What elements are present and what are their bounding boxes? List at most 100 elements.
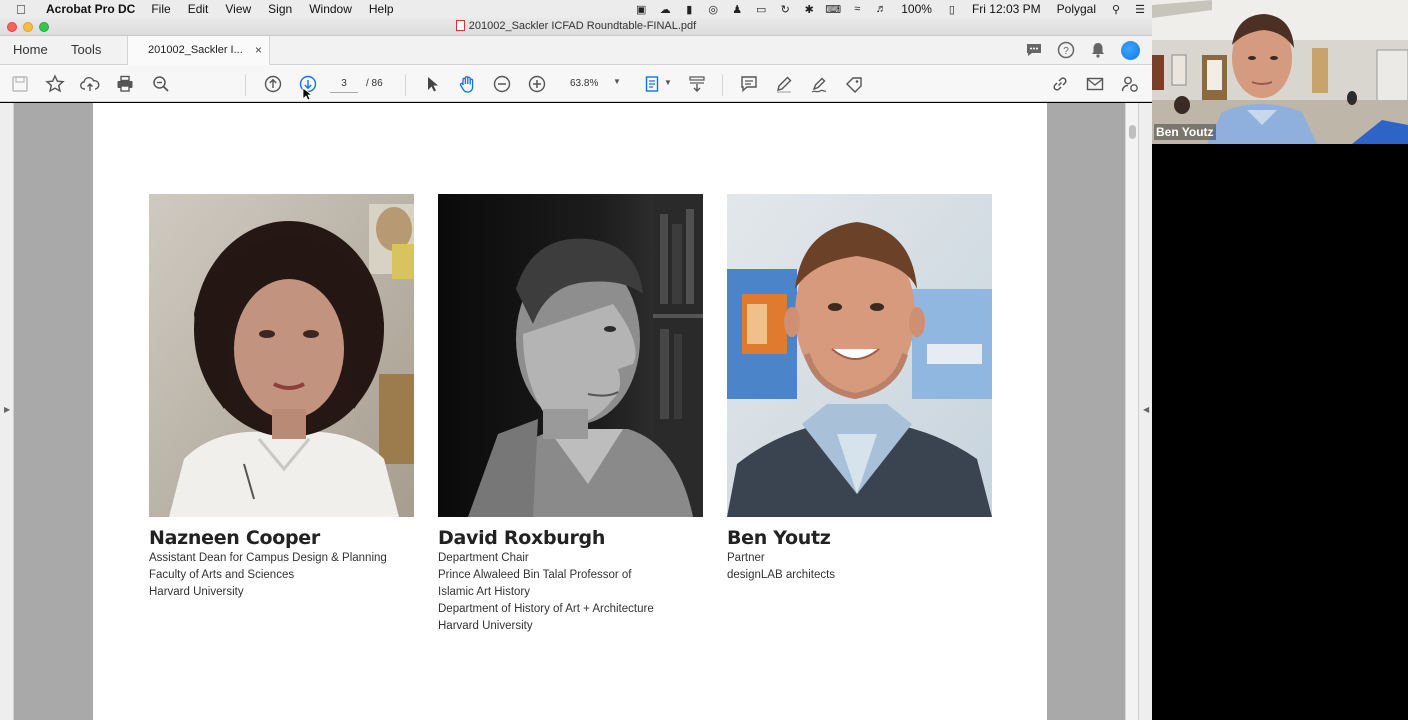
bluetooth-icon[interactable]: ✱ <box>797 3 821 16</box>
tab-tools[interactable]: Tools <box>71 42 101 57</box>
portrait-photo-nazneen-cooper <box>149 194 414 517</box>
zoom-level[interactable]: 63.8% <box>570 78 598 89</box>
document-tab-label: 201002_Sackler I... <box>148 44 243 56</box>
status-area: ▣ ☁ ▮ ◎ ♟ ▭ ↻ ✱ ⌨ ≈ ♬ 100% ▯ Fri 12:03 P… <box>629 0 1152 18</box>
zoom-in-icon[interactable] <box>526 73 548 95</box>
person-details: Assistant Dean for Campus Design & Plann… <box>149 550 414 601</box>
clock[interactable]: Fri 12:03 PM <box>972 2 1041 16</box>
keyboard-icon[interactable]: ⌨ <box>821 3 845 16</box>
highlight-pen-icon[interactable] <box>773 73 795 95</box>
wifi-icon[interactable]: ≈ <box>845 3 869 15</box>
person-detail-line: designLAB architects <box>727 569 836 581</box>
toolbar-separator <box>405 74 406 96</box>
zoom-search-icon[interactable] <box>150 73 172 95</box>
user-name[interactable]: Polygal <box>1057 2 1096 16</box>
sign-pen-icon[interactable] <box>808 73 830 95</box>
app-menu[interactable]: Acrobat Pro DC <box>46 2 135 16</box>
page-display-chevron-down-icon[interactable]: ▼ <box>664 78 672 87</box>
menu-view[interactable]: View <box>225 2 251 16</box>
menu-help[interactable]: Help <box>369 2 394 16</box>
save-icon[interactable] <box>9 73 31 95</box>
battery-icon[interactable]: ▯ <box>940 3 964 16</box>
tab-home[interactable]: Home <box>13 42 48 57</box>
menu-file[interactable]: File <box>151 2 170 16</box>
tab-bar: Home Tools 201002_Sackler I... × ? <box>0 36 1152 65</box>
left-panel-toggle[interactable]: ▶ <box>0 103 14 720</box>
person-card-david: David Roxburgh Department Chair Prince A… <box>438 194 703 635</box>
participant-video-tile[interactable]: Ben Youtz <box>1152 0 1408 144</box>
page-display-icon[interactable] <box>642 73 664 95</box>
comment-icon[interactable] <box>1024 40 1044 60</box>
select-arrow-icon[interactable] <box>421 73 443 95</box>
airplay-icon[interactable]: ▭ <box>749 3 773 16</box>
scrollbar-thumb[interactable] <box>1129 125 1136 139</box>
participant-video-feed <box>1152 0 1408 144</box>
header-actions: ? <box>1024 40 1140 60</box>
share-tag-icon[interactable] <box>843 73 865 95</box>
person-detail-line: Assistant Dean for Campus Design & Plann… <box>149 552 387 564</box>
volume-icon[interactable]: ♬ <box>869 3 893 15</box>
person-detail-line: Harvard University <box>149 586 244 598</box>
link-attach-icon[interactable] <box>1049 73 1071 95</box>
sync-icon[interactable]: ◎ <box>701 3 725 16</box>
window-title-bar: 201002_Sackler ICFAD Roundtable-FINAL.pd… <box>0 18 1152 36</box>
menu-window[interactable]: Window <box>309 2 352 16</box>
menu-sign[interactable]: Sign <box>268 2 292 16</box>
expand-left-panel-icon[interactable]: ▶ <box>4 405 10 414</box>
participant-name-label: Ben Youtz <box>1154 124 1216 140</box>
tab-document[interactable]: 201002_Sackler I... × <box>127 36 270 65</box>
person-name: Ben Youtz <box>727 527 831 549</box>
account-avatar-icon <box>1120 40 1140 60</box>
portrait-photo-david-roxburgh <box>438 194 703 517</box>
scroll-mode-icon[interactable] <box>686 73 708 95</box>
print-icon[interactable] <box>114 73 136 95</box>
vertical-scrollbar[interactable] <box>1125 103 1138 720</box>
spotlight-icon[interactable]: ⚲ <box>1104 3 1128 16</box>
user-icon[interactable]: ♟ <box>725 3 749 16</box>
previous-page-icon[interactable] <box>262 73 284 95</box>
expand-right-panel-icon[interactable]: ◀ <box>1143 405 1149 414</box>
notification-center-icon[interactable]: ☰ <box>1128 3 1152 16</box>
email-icon[interactable] <box>1084 73 1106 95</box>
acrobat-status-icon[interactable]: ▣ <box>629 3 653 16</box>
person-detail-line: Faculty of Arts and Sciences <box>149 569 295 581</box>
person-card-ben: Ben Youtz Partner designLAB architects <box>727 194 992 584</box>
menu-edit[interactable]: Edit <box>188 2 209 16</box>
person-detail-line: Prince Alwaleed Bin Talal Professor of <box>438 569 632 581</box>
screen:  Acrobat Pro DC File Edit View Sign Win… <box>0 0 1408 720</box>
person-name: David Roxburgh <box>438 527 606 549</box>
pdf-page: Nazneen Cooper Assistant Dean for Campus… <box>93 103 1047 720</box>
camera-icon[interactable]: ▮ <box>677 3 701 16</box>
creative-cloud-icon[interactable]: ☁ <box>653 3 677 16</box>
video-call-panel: Ben Youtz <box>1152 0 1408 720</box>
zoom-dropdown-chevron-down-icon[interactable]: ▼ <box>613 77 621 86</box>
notification-bell-icon[interactable] <box>1088 40 1108 60</box>
help-icon[interactable]: ? <box>1056 40 1076 60</box>
hand-tool-icon[interactable] <box>456 73 478 95</box>
person-name: Nazneen Cooper <box>149 527 320 549</box>
right-panel-toggle[interactable]: ◀ <box>1138 103 1152 720</box>
document-viewer[interactable]: ▶ Nazneen Cooper Assistant Dean for Camp… <box>0 103 1152 720</box>
window-title-text: 201002_Sackler ICFAD Roundtable-FINAL.pd… <box>468 20 697 32</box>
person-card-nazneen: Nazneen Cooper Assistant Dean for Campus… <box>149 194 414 601</box>
toolbar-separator <box>722 74 723 96</box>
apple-menu-icon[interactable]:  <box>16 2 30 17</box>
add-comment-icon[interactable] <box>738 73 760 95</box>
person-details: Partner designLAB architects <box>727 550 992 584</box>
add-user-icon[interactable] <box>1119 73 1141 95</box>
person-detail-line: Department Chair <box>438 552 529 564</box>
zoom-out-icon[interactable] <box>491 73 513 95</box>
toolbar-separator <box>245 74 246 96</box>
person-detail-line: Harvard University <box>438 620 533 632</box>
close-tab-icon[interactable]: × <box>255 43 262 57</box>
person-detail-line: Department of History of Art + Architect… <box>438 603 654 615</box>
time-machine-icon[interactable]: ↻ <box>773 3 797 16</box>
menu-bar:  Acrobat Pro DC File Edit View Sign Win… <box>0 0 1152 18</box>
account-avatar[interactable] <box>1120 40 1140 60</box>
window-title: 201002_Sackler ICFAD Roundtable-FINAL.pd… <box>0 20 1152 32</box>
upload-cloud-icon[interactable] <box>79 73 101 95</box>
bookmark-star-icon[interactable] <box>44 73 66 95</box>
page-number-input[interactable] <box>330 75 358 93</box>
svg-text:?: ? <box>1063 46 1069 57</box>
battery-percent: 100% <box>901 2 932 16</box>
